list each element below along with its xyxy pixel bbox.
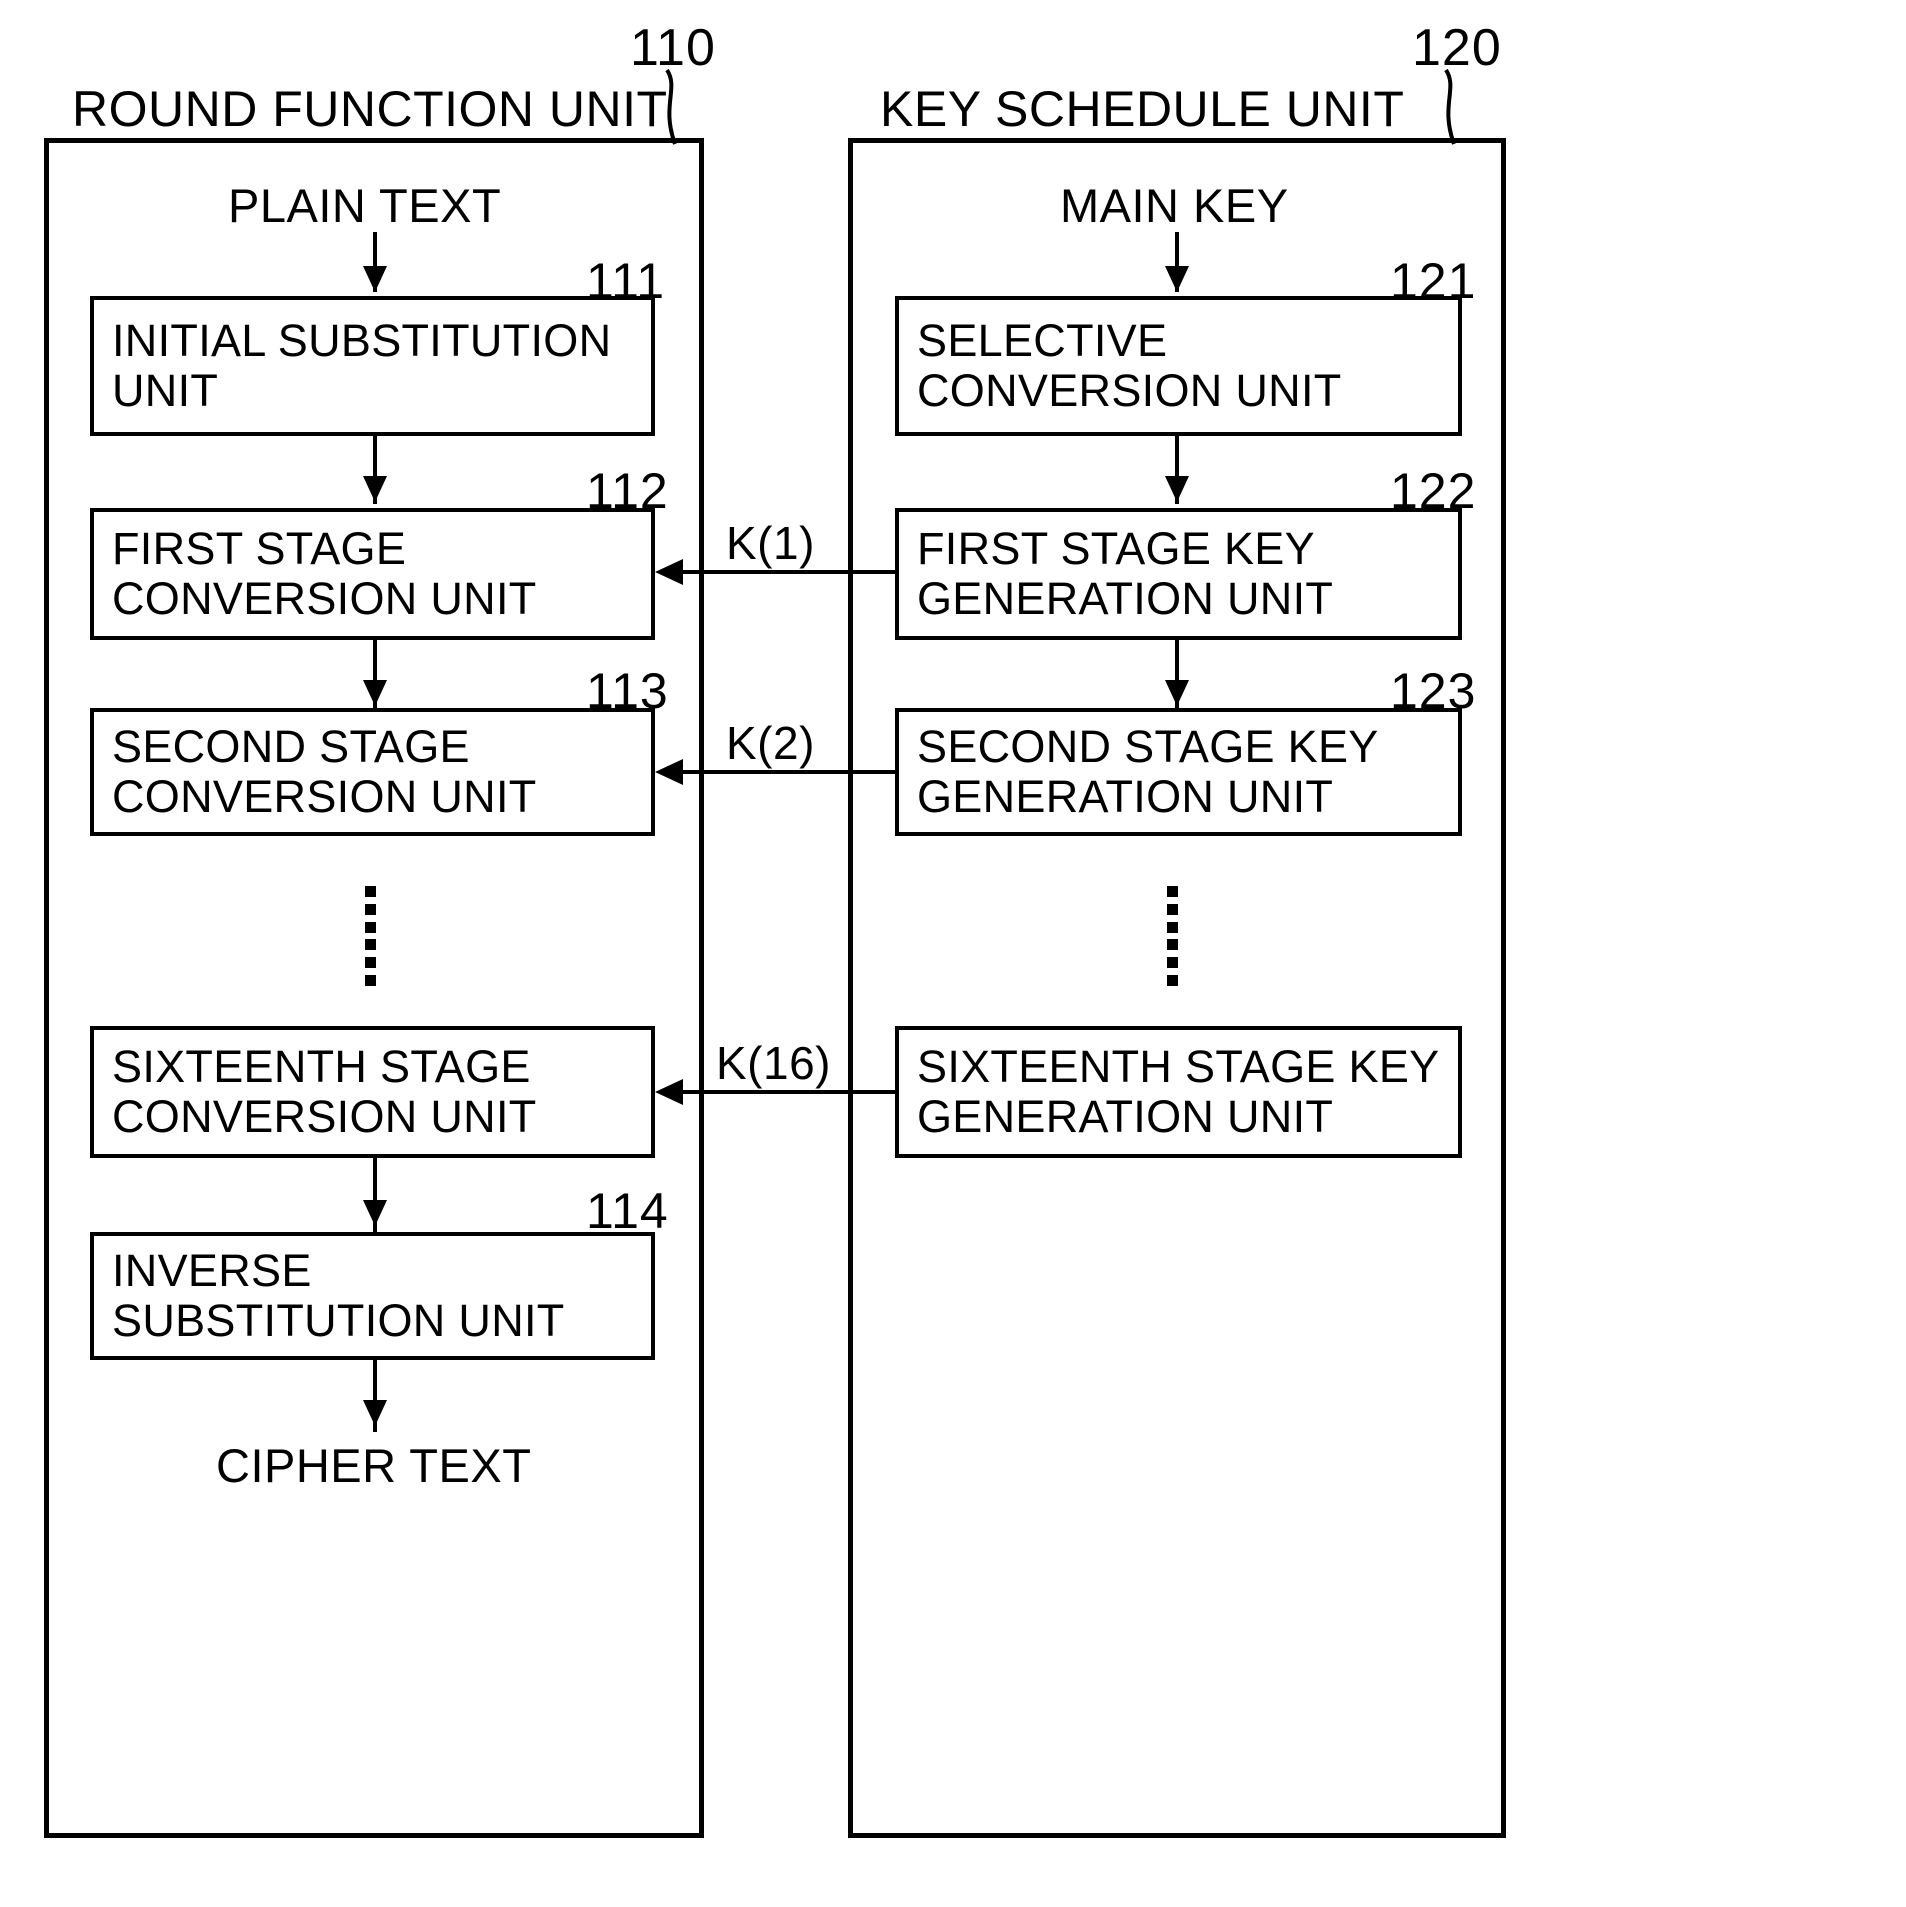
ref-numeral-123: 123 [1390, 663, 1477, 719]
key-signal-label-k1: K(1) [722, 516, 819, 570]
initial-substitution-unit-label: INITIAL SUBSTITUTION UNIT [112, 314, 612, 416]
second-stage-key-generation-unit-box[interactable]: SECOND STAGE KEY GENERATION UNIT [895, 708, 1462, 836]
arrowhead-16th-to-114 [363, 1200, 387, 1226]
second-stage-conversion-unit-box[interactable]: SECOND STAGE CONVERSION UNIT [90, 708, 655, 836]
arrowhead-mainkey [1165, 266, 1189, 292]
first-stage-key-generation-unit-box[interactable]: FIRST STAGE KEY GENERATION UNIT [895, 508, 1462, 640]
ref-numeral-111: 111 [586, 253, 666, 309]
sixteenth-stage-key-generation-unit-box[interactable]: SIXTEENTH STAGE KEY GENERATION UNIT [895, 1026, 1462, 1158]
inverse-substitution-unit-box[interactable]: INVERSE SUBSTITUTION UNIT [90, 1232, 655, 1360]
arrowhead-plaintext [363, 266, 387, 292]
plain-text-label: PLAIN TEXT [228, 179, 502, 232]
arrowhead-k16 [655, 1079, 683, 1105]
second-stage-key-generation-unit-label: SECOND STAGE KEY GENERATION UNIT [917, 720, 1379, 822]
round-function-unit-caption: ROUND FUNCTION UNIT [72, 81, 668, 137]
sixteenth-stage-key-generation-unit-label: SIXTEENTH STAGE KEY GENERATION UNIT [917, 1040, 1440, 1142]
sixteenth-stage-conversion-unit-label: SIXTEENTH STAGE CONVERSION UNIT [112, 1040, 537, 1142]
initial-substitution-unit-box[interactable]: INITIAL SUBSTITUTION UNIT [90, 296, 655, 436]
arrowhead-121-to-122 [1165, 476, 1189, 502]
cipher-text-label: CIPHER TEXT [216, 1439, 532, 1492]
arrowhead-111-to-112 [363, 476, 387, 502]
main-key-label: MAIN KEY [1060, 179, 1289, 232]
ref-numeral-121: 121 [1390, 253, 1477, 309]
leader-line-120 [1444, 68, 1456, 145]
arrowhead-112-to-113 [363, 680, 387, 706]
key-signal-label-k16: K(16) [712, 1036, 835, 1090]
key-signal-label-k2: K(2) [722, 716, 819, 770]
selective-conversion-unit-label: SELECTIVE CONVERSION UNIT [917, 314, 1342, 416]
first-stage-conversion-unit-box[interactable]: FIRST STAGE CONVERSION UNIT [90, 508, 655, 640]
inverse-substitution-unit-label: INVERSE SUBSTITUTION UNIT [112, 1244, 565, 1346]
vertical-ellipsis-left [363, 886, 377, 986]
key-signal-line-k1 [680, 570, 895, 574]
vertical-ellipsis-right [1165, 886, 1179, 986]
second-stage-conversion-unit-label: SECOND STAGE CONVERSION UNIT [112, 720, 537, 822]
patent-figure: ROUND FUNCTION UNIT KEY SCHEDULE UNIT 11… [0, 0, 1906, 1907]
ref-numeral-114: 114 [586, 1183, 669, 1239]
arrowhead-122-to-123 [1165, 680, 1189, 706]
first-stage-key-generation-unit-label: FIRST STAGE KEY GENERATION UNIT [917, 522, 1334, 624]
key-signal-line-k2 [680, 770, 895, 774]
first-stage-conversion-unit-label: FIRST STAGE CONVERSION UNIT [112, 522, 537, 624]
arrowhead-k1 [655, 559, 683, 585]
ref-numeral-122: 122 [1390, 463, 1477, 519]
selective-conversion-unit-box[interactable]: SELECTIVE CONVERSION UNIT [895, 296, 1462, 436]
ref-numeral-113: 113 [586, 663, 669, 719]
sixteenth-stage-conversion-unit-box[interactable]: SIXTEENTH STAGE CONVERSION UNIT [90, 1026, 655, 1158]
key-signal-line-k16 [680, 1090, 895, 1094]
arrowhead-ciphertext [363, 1400, 387, 1426]
ref-numeral-112: 112 [586, 463, 669, 519]
arrowhead-k2 [655, 759, 683, 785]
key-schedule-unit-caption: KEY SCHEDULE UNIT [880, 81, 1405, 137]
leader-line-110 [665, 68, 677, 145]
